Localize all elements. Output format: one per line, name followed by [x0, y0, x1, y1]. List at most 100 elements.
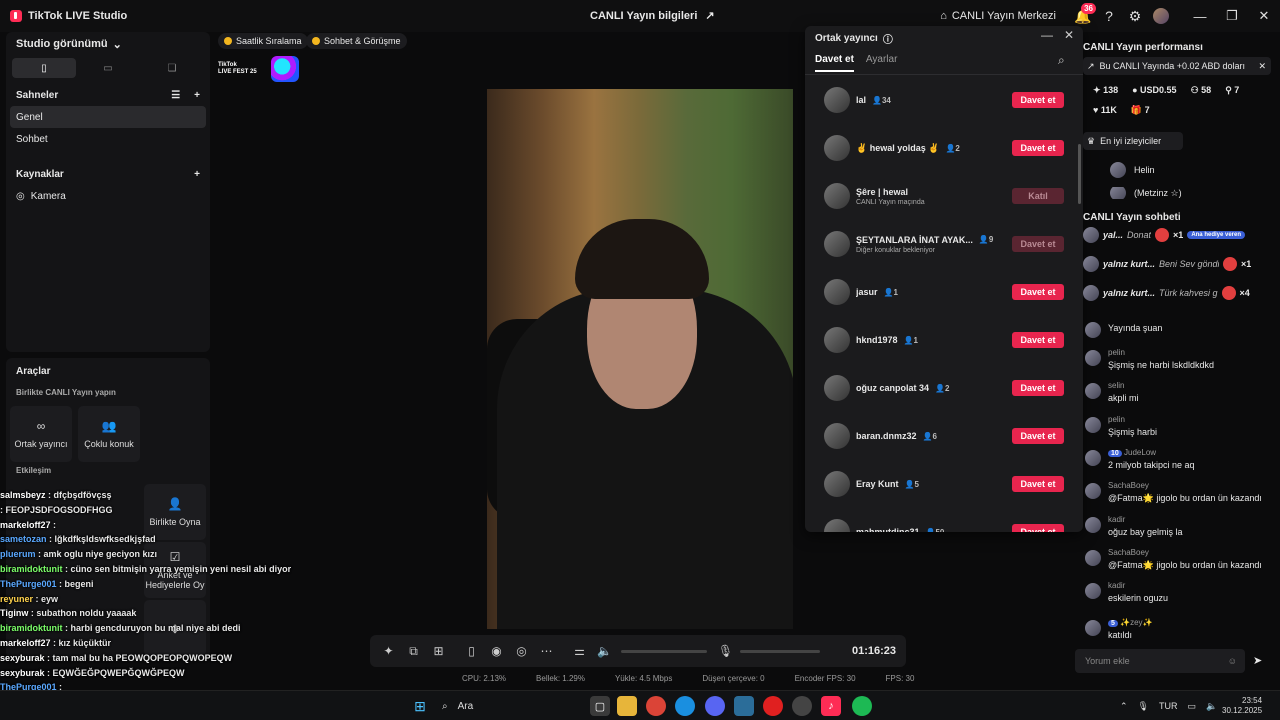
effects-button[interactable]: ⧉	[401, 635, 426, 667]
chat-user-line: pelin	[1108, 415, 1157, 424]
chat-message[interactable]: SachaBoey @Fatma🌟 jigolo bu ordan ün kaza…	[1085, 481, 1275, 504]
invite-button[interactable]: Katıl	[1012, 188, 1064, 204]
chat-message[interactable]: Yayında şuan	[1085, 320, 1275, 338]
hourly-ranking-chip[interactable]: Saatlik Sıralama	[218, 33, 308, 49]
mic-button[interactable]: 🎙	[713, 635, 738, 667]
phone-button[interactable]: ▯	[459, 635, 484, 667]
monitor-icon[interactable]: ▭	[1187, 701, 1196, 712]
speaker-volume-slider[interactable]	[621, 649, 707, 653]
gift-multiplier: ×1	[1173, 230, 1184, 240]
invite-button[interactable]: Davet et	[1012, 140, 1064, 156]
live-center-button[interactable]: ⌂ CANLI Yayın Merkezi	[940, 10, 1056, 22]
comment-input[interactable]: Yorum ekle ☺	[1075, 649, 1245, 673]
app-icon[interactable]	[792, 696, 812, 716]
spotify-icon[interactable]	[852, 696, 872, 716]
profile-button[interactable]	[1148, 0, 1174, 32]
chat-message[interactable]: SachaBoey @Fatma🌟 jigolo bu ordan ün kaza…	[1085, 548, 1275, 571]
maximize-button[interactable]: ❐	[1216, 0, 1248, 32]
task-view-icon[interactable]: ▢	[590, 696, 610, 716]
tab-layout[interactable]: ❏	[140, 58, 204, 78]
invite-button[interactable]: Davet et	[1012, 236, 1064, 252]
volume-icon[interactable]: 🔈	[1206, 701, 1217, 712]
invite-button[interactable]: Davet et	[1012, 380, 1064, 396]
cohost-button[interactable]: ∞ Ortak yayıncı	[10, 406, 72, 462]
scene-item-sohbet[interactable]: Sohbet	[10, 128, 206, 150]
tab-invite[interactable]: Davet et	[815, 54, 854, 72]
invite-button[interactable]: Davet et	[1012, 284, 1064, 300]
speaker-button[interactable]: 🔈	[592, 635, 617, 667]
chat-message[interactable]: pelin Şişmiş harbi	[1085, 415, 1275, 437]
language-indicator[interactable]: TUR	[1159, 701, 1178, 711]
invite-button[interactable]: Davet et	[1012, 332, 1064, 348]
add-scene-icon[interactable]: +	[194, 90, 200, 101]
windows-start-icon[interactable]: ⊞	[410, 696, 430, 716]
list-icon[interactable]: ☰	[171, 90, 180, 101]
info-icon[interactable]: ⓘ	[883, 31, 893, 46]
taskbar-search[interactable]: ⌕ Ara	[436, 696, 586, 716]
magic-button[interactable]: ✦	[376, 635, 401, 667]
invite-button[interactable]: Davet et	[1012, 524, 1064, 532]
close-button[interactable]: ✕	[1248, 0, 1280, 32]
livefest-banner[interactable]: TikTok LIVE FEST 25	[218, 55, 310, 83]
search-icon[interactable]: ⌕	[1058, 53, 1065, 68]
help-button[interactable]: ?	[1096, 0, 1122, 32]
chat-message[interactable]: 5 ✨zey✨ katıldı	[1085, 618, 1275, 640]
tab-settings[interactable]: Ayarlar	[866, 54, 898, 72]
avatar	[1110, 162, 1126, 178]
user-icon: 👤	[978, 235, 989, 244]
chat-message[interactable]: kadir oğuz bay gelmiş la	[1085, 515, 1275, 537]
add-source-icon[interactable]: +	[194, 169, 200, 180]
studio-view-dropdown[interactable]: Studio görünümü ⌄	[16, 38, 122, 51]
edge-icon[interactable]	[675, 696, 695, 716]
chat-meet-chip[interactable]: Sohbet & Görüşme	[306, 33, 407, 49]
invite-button[interactable]: Davet et	[1012, 92, 1064, 108]
cohost-name: hknd1978	[856, 335, 898, 345]
tiktok-icon[interactable]: ♪	[821, 696, 841, 716]
close-icon[interactable]: ✕	[1258, 61, 1266, 72]
chat-message[interactable]: selin akpli mi	[1085, 381, 1275, 403]
top-viewers-tab[interactable]: ♛ En iyi izleyiciler	[1083, 132, 1183, 150]
more-button[interactable]: ⋯	[534, 635, 559, 667]
send-icon[interactable]: ➤	[1253, 654, 1262, 667]
chat-message[interactable]: pelin Şişmiş ne harbi lskdldkdkd	[1085, 348, 1275, 370]
chevron-up-icon[interactable]: ⌃	[1120, 701, 1128, 712]
chat-message[interactable]: kadir eskilerin oguzu	[1085, 581, 1275, 603]
popup-minimize-button[interactable]: —	[1041, 28, 1053, 42]
discord-icon[interactable]	[705, 696, 725, 716]
audio-settings-button[interactable]: ⚌	[567, 635, 592, 667]
chat-text: : harbi gencduruyon bu mal niye abi dedi	[65, 623, 241, 634]
overlay-chat-line: salmsbeyz : dfçbşdfövçsş	[0, 488, 380, 503]
minimize-button[interactable]: —	[1184, 0, 1216, 32]
popup-close-button[interactable]: ✕	[1064, 28, 1074, 42]
scene-item-genel[interactable]: Genel	[10, 106, 206, 128]
mic-icon[interactable]: 🎙	[1138, 701, 1149, 712]
viewer-item[interactable]: Helin	[1110, 162, 1155, 178]
invite-button[interactable]: Davet et	[1012, 428, 1064, 444]
scrollbar[interactable]	[1078, 144, 1081, 204]
mic-volume-slider[interactable]	[740, 649, 820, 653]
record-button[interactable]: ◉	[484, 635, 509, 667]
scenes-title: Sahneler	[16, 90, 59, 101]
steam-icon[interactable]	[734, 696, 754, 716]
chat-message[interactable]: 10 JudeLow 2 milyob takipci ne aq	[1085, 448, 1275, 470]
viewer-item[interactable]: (Metzinz ☆)	[1110, 187, 1182, 199]
emoji-icon[interactable]: ☺	[1228, 656, 1237, 666]
source-item-camera[interactable]: ◎ Kamera	[10, 185, 206, 207]
chrome-icon[interactable]	[646, 696, 666, 716]
camera-button[interactable]: ◎	[509, 635, 534, 667]
multi-guest-button[interactable]: 👥 Çoklu konuk	[78, 406, 140, 462]
invite-button[interactable]: Davet et	[1012, 476, 1064, 492]
overlay-chat-line: ThePurge001 : begeni	[0, 577, 380, 592]
multi-guest-label: Çoklu konuk	[84, 439, 134, 449]
tab-landscape[interactable]: ▭	[76, 58, 140, 78]
live-info-button[interactable]: CANLI Yayın bilgileri ↗	[590, 9, 715, 23]
share-icon: ↗	[705, 10, 715, 22]
settings-button[interactable]: ⚙	[1122, 0, 1148, 32]
chat-user-line: kadir	[1108, 515, 1183, 524]
layout-button[interactable]: ⊞	[426, 635, 451, 667]
folder-icon[interactable]	[617, 696, 637, 716]
tab-portrait[interactable]: ▯	[12, 58, 76, 78]
level-badge: 5	[1108, 620, 1118, 627]
clock[interactable]: 23:54 30.12.2025	[1222, 696, 1262, 716]
opera-icon[interactable]	[763, 696, 783, 716]
